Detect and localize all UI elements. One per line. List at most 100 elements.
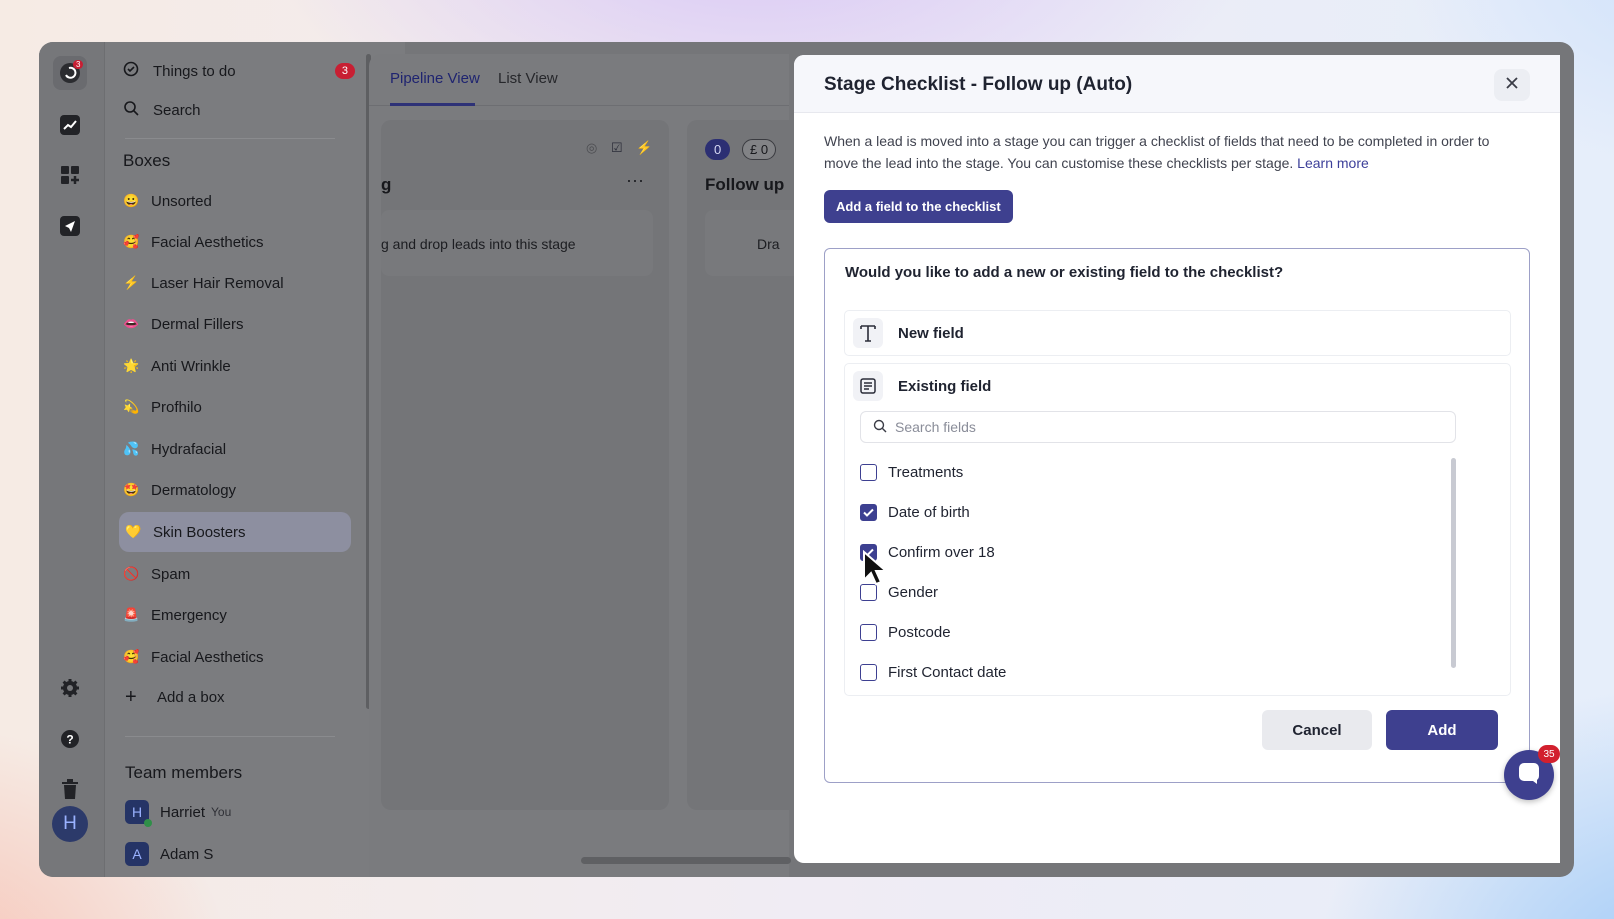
lead-value-badge: £ 0 <box>742 139 777 160</box>
box-emoji-icon: 🤩 <box>123 482 140 497</box>
active-tab-indicator <box>390 103 475 106</box>
box-emoji-icon: 💦 <box>123 441 140 456</box>
sidebar-item-label: Anti Wrinkle <box>151 357 231 375</box>
sidebar-item-dermatology[interactable]: 🤩 Dermatology <box>123 470 353 510</box>
tab-pipeline-view[interactable]: Pipeline View <box>390 70 480 87</box>
list-field-icon <box>853 371 883 401</box>
box-emoji-icon: 💫 <box>123 399 140 414</box>
sidebar-item-unsorted[interactable]: 😀 Unsorted <box>123 181 353 221</box>
modal-description: When a lead is moved into a stage you ca… <box>824 131 1524 174</box>
sidebar-item-label: Laser Hair Removal <box>151 274 284 292</box>
member-initial: H <box>131 804 143 820</box>
chat-unread-badge: 35 <box>1538 745 1560 763</box>
trash-icon[interactable] <box>53 772 87 806</box>
field-row-postcode[interactable]: Postcode <box>860 620 951 644</box>
box-emoji-icon: 🌟 <box>123 358 140 373</box>
learn-more-link[interactable]: Learn more <box>1297 155 1369 171</box>
search-icon <box>873 419 887 436</box>
user-avatar[interactable]: H <box>52 806 88 842</box>
sidebar-item-laser-hair-removal[interactable]: ⚡ Laser Hair Removal <box>123 263 353 303</box>
field-row-treatments[interactable]: Treatments <box>860 460 963 484</box>
checkbox[interactable] <box>860 663 877 681</box>
send-icon[interactable] <box>53 209 87 243</box>
stage-checklist-modal: Stage Checklist - Follow up (Auto) When … <box>794 55 1560 863</box>
view-tabs: Pipeline View List View <box>369 54 789 106</box>
field-label: Confirm over 18 <box>888 543 995 561</box>
stage-menu-button[interactable]: ··· <box>626 170 644 191</box>
dashboard-icon[interactable] <box>53 158 87 192</box>
text-type-icon <box>853 318 883 348</box>
sidebar-item-facial-aesthetics-2[interactable]: 🥰 Facial Aesthetics <box>123 637 353 677</box>
tab-list-view[interactable]: List View <box>498 70 558 87</box>
sidebar-item-label: Dermal Fillers <box>151 315 244 333</box>
box-emoji-icon: 👄 <box>123 316 140 331</box>
close-button[interactable] <box>1494 69 1530 101</box>
sidebar-item-label: Facial Aesthetics <box>151 648 264 666</box>
add-field-to-checklist-button[interactable]: Add a field to the checklist <box>824 190 1013 223</box>
existing-field-label: Existing field <box>898 377 992 395</box>
sidebar-item-skin-boosters[interactable]: 💛 Skin Boosters <box>119 512 351 552</box>
stage-title-follow-up: Follow up <box>705 175 785 194</box>
stage-settings-icon[interactable]: ◎ <box>586 140 597 156</box>
sidebar-item-profhilo[interactable]: 💫 Profhilo <box>123 387 353 427</box>
new-field-option[interactable]: New field <box>844 310 1511 356</box>
field-row-date-of-birth[interactable]: Date of birth <box>860 500 970 524</box>
lead-count-badge: 0 <box>705 139 731 160</box>
checkbox[interactable] <box>860 503 877 521</box>
modal-title: Stage Checklist - Follow up (Auto) <box>824 74 1133 95</box>
sidebar: Things to do 3 Search Boxes 😀 Unsorted 🥰 F… <box>105 42 405 877</box>
sidebar-item-label: Hydrafacial <box>151 440 227 458</box>
box-emoji-icon: 💛 <box>125 524 142 539</box>
add-box-button[interactable]: + Add a box <box>125 677 355 717</box>
member-name: Adam S <box>160 845 214 863</box>
add-box-label: Add a box <box>157 688 225 706</box>
settings-gear-icon[interactable] <box>53 671 87 705</box>
stage-automation-icon[interactable]: ⚡ <box>636 140 652 156</box>
stage-checklist-icon[interactable]: ☑ <box>611 140 623 156</box>
close-icon <box>1505 76 1519 95</box>
sidebar-item-anti-wrinkle[interactable]: 🌟 Anti Wrinkle <box>123 346 353 386</box>
sidebar-item-emergency[interactable]: 🚨 Emergency <box>123 595 353 635</box>
team-member-harriet[interactable]: H Harriet You <box>125 792 355 832</box>
sidebar-item-label: Emergency <box>151 606 227 624</box>
sidebar-item-label: Profhilo <box>151 398 202 416</box>
field-row-first-contact-date[interactable]: First Contact date <box>860 660 1006 684</box>
field-list-scrollbar[interactable] <box>1451 458 1456 668</box>
analytics-icon[interactable] <box>53 108 87 142</box>
checkbox[interactable] <box>860 623 877 641</box>
app-logo-icon[interactable]: 3 <box>53 56 87 90</box>
sidebar-item-hydrafacial[interactable]: 💦 Hydrafacial <box>123 429 353 469</box>
sidebar-item-dermal-fillers[interactable]: 👄 Dermal Fillers <box>123 304 353 344</box>
svg-text:?: ? <box>66 733 73 747</box>
field-label: Postcode <box>888 623 951 641</box>
cancel-button[interactable]: Cancel <box>1262 710 1372 750</box>
sidebar-item-label: Spam <box>151 565 191 583</box>
box-emoji-icon: 🥰 <box>123 234 140 249</box>
search-fields-box <box>860 411 1456 443</box>
sidebar-item-label: Skin Boosters <box>153 523 246 541</box>
checkbox[interactable] <box>860 463 877 481</box>
search-item[interactable]: Search <box>123 90 353 130</box>
existing-field-option[interactable]: Existing field Treatments Date of birth … <box>844 363 1511 696</box>
help-icon[interactable]: ? <box>53 722 87 756</box>
plus-icon: + <box>125 685 137 708</box>
board-horizontal-scrollbar[interactable] <box>581 857 791 864</box>
box-emoji-icon: ⚡ <box>123 275 140 290</box>
stage-column: ◎ ☑ ⚡ g ··· g and drop leads into this s… <box>381 120 669 810</box>
search-fields-input[interactable] <box>895 419 1415 435</box>
box-emoji-icon: 😀 <box>123 193 140 208</box>
add-button[interactable]: Add <box>1386 710 1498 750</box>
member-name: Harriet <box>160 803 206 821</box>
modal-header: Stage Checklist - Follow up (Auto) <box>794 55 1560 113</box>
things-to-do-item[interactable]: Things to do 3 <box>123 51 355 91</box>
team-member-adam[interactable]: A Adam S <box>125 834 355 874</box>
sidebar-divider <box>125 736 335 737</box>
online-status-dot <box>144 819 152 827</box>
sidebar-divider <box>125 138 335 139</box>
member-initial: A <box>132 846 142 862</box>
box-emoji-icon: 🚫 <box>123 566 140 581</box>
sidebar-item-spam[interactable]: 🚫 Spam <box>123 554 353 594</box>
add-field-question: Would you like to add a new or existing … <box>845 264 1284 281</box>
sidebar-item-facial-aesthetics[interactable]: 🥰 Facial Aesthetics <box>123 222 353 262</box>
stage-empty-dropzone: g and drop leads into this stage <box>381 210 653 276</box>
